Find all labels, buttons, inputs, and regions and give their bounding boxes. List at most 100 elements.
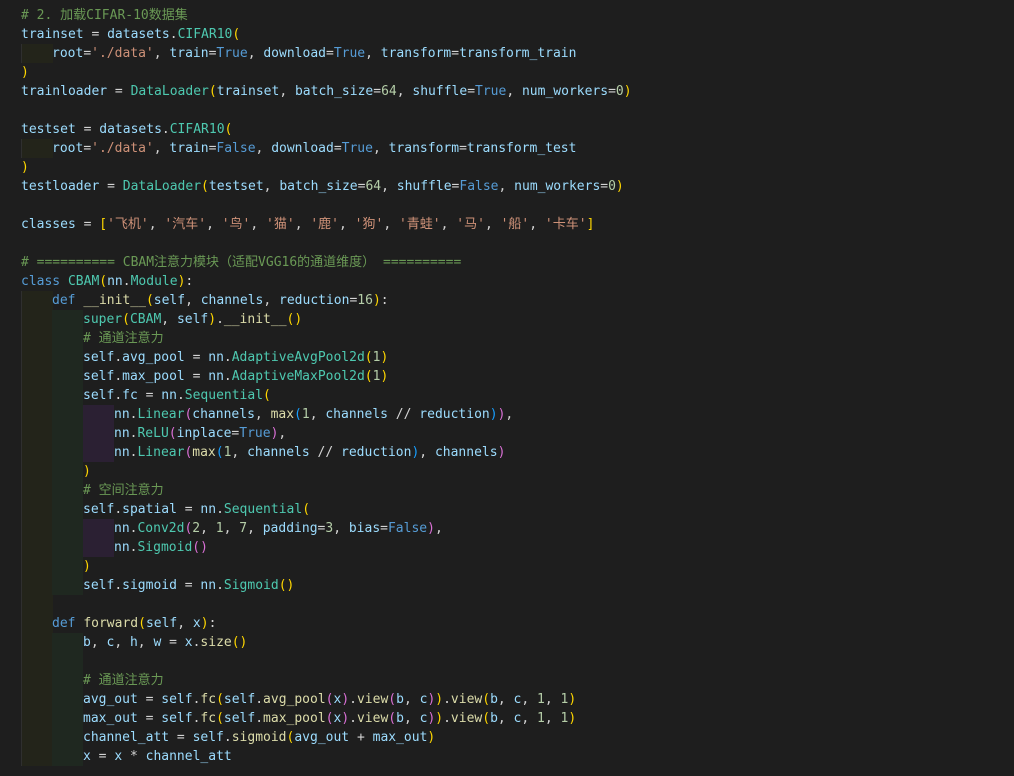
indent-guide (83, 538, 114, 557)
code-text: nn.Linear(channels, max(1, channels // r… (114, 405, 513, 424)
code-line[interactable]: # 2. 加载CIFAR-10数据集 (0, 6, 1014, 25)
code-token: = (90, 749, 115, 764)
code-token: '飞机' (107, 217, 149, 232)
code-token: ) (489, 407, 498, 422)
code-token: . (349, 692, 357, 707)
code-text: nn.ReLU(inplace=True), (114, 424, 286, 443)
code-line[interactable]: ) (0, 63, 1014, 82)
indent-guide (21, 709, 53, 728)
code-line[interactable]: nn.ReLU(inplace=True), (0, 424, 1014, 443)
code-line[interactable]: # ========== CBAM注意力模块（适配VGG16的通道维度） ===… (0, 253, 1014, 272)
code-token: def (52, 616, 76, 631)
code-token: . (161, 122, 170, 137)
code-token: True (341, 141, 373, 156)
code-token: () (286, 312, 303, 327)
code-line[interactable] (0, 234, 1014, 253)
code-token: ) (435, 692, 444, 707)
code-line[interactable]: avg_out = self.fc(self.avg_pool(x).view(… (0, 690, 1014, 709)
code-token: x (184, 635, 193, 650)
code-token: 3 (325, 521, 334, 536)
code-token: = (83, 141, 92, 156)
code-line[interactable]: testset = datasets.CIFAR10( (0, 120, 1014, 139)
code-token: self (83, 369, 115, 384)
code-editor[interactable]: # 2. 加载CIFAR-10数据集 trainset = datasets.CI… (0, 0, 1014, 776)
code-token: ( (122, 312, 130, 327)
code-text: trainloader = DataLoader(trainset, batch… (21, 82, 632, 101)
code-line[interactable]: def __init__(self, channels, reduction=1… (0, 291, 1014, 310)
code-token: ( (216, 692, 224, 707)
code-line[interactable]: class CBAM(nn.Module): (0, 272, 1014, 291)
code-line[interactable] (0, 652, 1014, 671)
code-token: reduction (419, 407, 490, 422)
code-token: = (325, 46, 334, 61)
code-line[interactable]: # 通道注意力 (0, 329, 1014, 348)
code-token: '汽车' (164, 217, 207, 232)
code-token: , (153, 141, 170, 156)
code-token: , (153, 46, 170, 61)
code-line[interactable]: x = x * channel_att (0, 747, 1014, 766)
code-token: . (349, 711, 357, 726)
code-token: num_workers (514, 179, 601, 194)
code-token: , (396, 84, 413, 99)
code-line[interactable]: trainset = datasets.CIFAR10( (0, 25, 1014, 44)
code-token: Sequential (184, 388, 264, 403)
code-token: 1 (537, 692, 545, 707)
indent-guide (52, 538, 83, 557)
code-token: = (137, 692, 162, 707)
code-token: 64 (381, 84, 397, 99)
code-line[interactable]: ) (0, 462, 1014, 481)
code-token: view (356, 692, 389, 707)
code-token: , (365, 46, 381, 61)
code-token: . (223, 730, 232, 745)
code-line[interactable]: root='./data', train=True, download=True… (0, 44, 1014, 63)
code-line[interactable]: nn.Linear(max(1, channels // reduction),… (0, 443, 1014, 462)
code-line[interactable]: def forward(self, x): (0, 614, 1014, 633)
code-text: ) (21, 158, 29, 177)
code-line[interactable]: self.spatial = nn.Sequential( (0, 500, 1014, 519)
code-token: channels (200, 293, 264, 308)
indent-guide (21, 291, 53, 310)
code-line[interactable]: nn.Linear(channels, max(1, channels // r… (0, 405, 1014, 424)
code-line[interactable]: ) (0, 158, 1014, 177)
code-token: . (216, 312, 224, 327)
code-line[interactable]: b, c, h, w = x.size() (0, 633, 1014, 652)
code-token: , (440, 217, 457, 232)
code-token: # ========== CBAM注意力模块（适配VGG16的通道维度） ===… (21, 255, 462, 270)
indent-guide (21, 747, 53, 766)
code-line[interactable]: channel_att = self.sigmoid(avg_out + max… (0, 728, 1014, 747)
code-line[interactable]: max_out = self.fc(self.max_pool(x).view(… (0, 709, 1014, 728)
code-line[interactable]: self.sigmoid = nn.Sigmoid() (0, 576, 1014, 595)
indent-guide (21, 348, 53, 367)
code-line[interactable]: self.fc = nn.Sequential( (0, 386, 1014, 405)
code-line[interactable]: root='./data', train=False, download=Tru… (0, 139, 1014, 158)
code-token: , (254, 407, 271, 422)
code-line[interactable]: testloader = DataLoader(testset, batch_s… (0, 177, 1014, 196)
code-token: __init__ (83, 293, 146, 308)
code-line[interactable] (0, 101, 1014, 120)
code-line[interactable] (0, 595, 1014, 614)
code-token: , (521, 692, 538, 707)
code-token: = (184, 350, 209, 365)
code-line[interactable]: nn.Sigmoid() (0, 538, 1014, 557)
code-line[interactable]: # 通道注意力 (0, 671, 1014, 690)
code-line[interactable]: self.avg_pool = nn.AdaptiveAvgPool2d(1) (0, 348, 1014, 367)
code-token: view (450, 692, 483, 707)
code-line[interactable]: self.max_pool = nn.AdaptiveMaxPool2d(1) (0, 367, 1014, 386)
code-token: AdaptiveMaxPool2d (231, 369, 365, 384)
code-token: view (356, 711, 389, 726)
code-line[interactable]: trainloader = DataLoader(trainset, batch… (0, 82, 1014, 101)
code-token: super (83, 312, 123, 327)
code-line[interactable]: classes = ['飞机', '汽车', '鸟', '猫', '鹿', '狗… (0, 215, 1014, 234)
code-line[interactable]: # 空间注意力 (0, 481, 1014, 500)
code-line[interactable]: ) (0, 557, 1014, 576)
code-line[interactable] (0, 196, 1014, 215)
code-token: ( (224, 122, 233, 137)
code-token: nn (114, 407, 130, 422)
code-token: ) (208, 312, 217, 327)
code-line[interactable]: super(CBAM, self).__init__() (0, 310, 1014, 329)
code-text: root='./data', train=False, download=Tru… (52, 139, 576, 158)
code-line[interactable]: nn.Conv2d(2, 1, 7, padding=3, bias=False… (0, 519, 1014, 538)
code-token: = (373, 84, 382, 99)
code-token: = (467, 84, 476, 99)
code-token: # 通道注意力 (83, 673, 164, 688)
